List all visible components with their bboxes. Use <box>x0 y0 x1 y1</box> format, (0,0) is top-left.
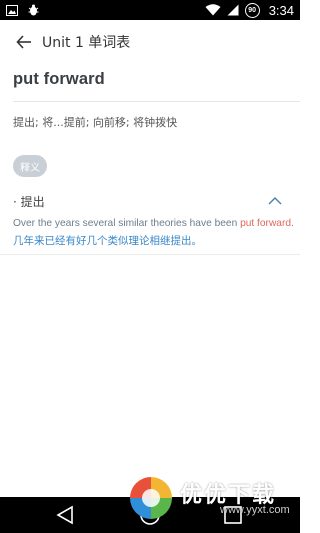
triangle-back-icon <box>56 505 73 525</box>
status-right: 90 3:34 <box>205 1 294 20</box>
cell-signal-icon <box>227 1 239 20</box>
status-time: 3:34 <box>268 2 294 18</box>
wifi-icon <box>205 1 221 20</box>
battery-icon: 90 <box>244 2 260 18</box>
sense-label: · 提出 <box>13 194 45 209</box>
status-left <box>6 1 39 20</box>
divider <box>0 254 300 255</box>
page-title: Unit 1 单词表 <box>42 35 131 51</box>
arrow-left-icon <box>16 35 31 49</box>
example-en-after: . <box>291 218 294 229</box>
back-button[interactable] <box>14 32 34 52</box>
image-notification-icon <box>6 1 18 20</box>
watermark-logo-icon <box>130 477 172 519</box>
app-header: Unit 1 单词表 <box>0 20 300 64</box>
sense-row[interactable]: · 提出 <box>0 188 300 214</box>
short-definition: 提出; 将...提前; 向前移; 将钟拨快 <box>13 116 178 129</box>
nav-back-button[interactable] <box>55 504 77 530</box>
chevron-up-icon[interactable] <box>268 194 282 208</box>
example-sentence-zh: 几年来已经有好几个类似理论相继提出。 <box>13 235 202 247</box>
status-bar: 90 3:34 <box>0 0 300 20</box>
screen: 90 3:34 Unit 1 单词表 put forward 提出; 将...提… <box>0 0 300 533</box>
watermark: 优优下载 www.yyxt.com <box>128 471 300 527</box>
example-en-highlight: put forward <box>240 218 292 229</box>
definition-chip[interactable]: 释义 <box>13 155 47 177</box>
watermark-url: www.yyxt.com <box>220 504 290 516</box>
bug-notification-icon <box>28 1 39 20</box>
headword: put forward <box>13 70 105 88</box>
example-sentence-en: Over the years several similar theories … <box>13 218 298 229</box>
divider <box>13 101 300 102</box>
example-en-before: Over the years several similar theories … <box>13 218 241 229</box>
